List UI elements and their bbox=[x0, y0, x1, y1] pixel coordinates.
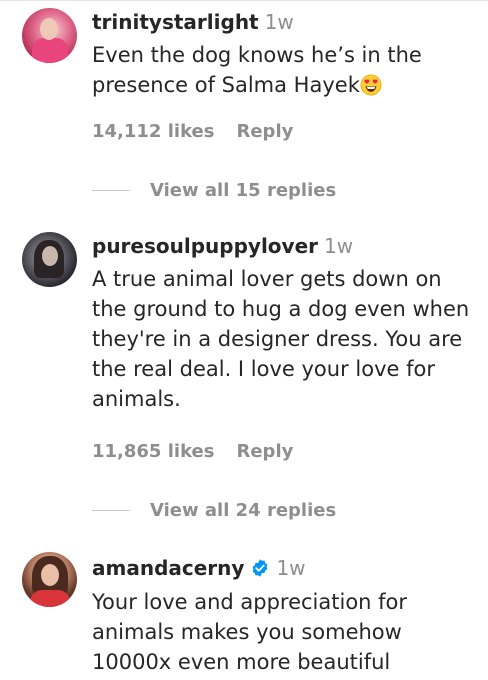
verified-badge-icon bbox=[253, 559, 268, 577]
comment-text: A true animal lover gets down on the gro… bbox=[92, 267, 470, 411]
top-divider bbox=[0, 0, 488, 1]
reply-button[interactable]: Reply bbox=[236, 121, 293, 142]
view-replies-label: View all 15 replies bbox=[150, 179, 337, 201]
replies-divider bbox=[92, 509, 130, 511]
timestamp[interactable]: 1w bbox=[276, 556, 305, 580]
timestamp[interactable]: 1w bbox=[324, 234, 353, 258]
timestamp[interactable]: 1w bbox=[265, 10, 294, 34]
comment-header: amandacerny 1w bbox=[92, 556, 306, 580]
avatar-face bbox=[41, 564, 59, 586]
heart-eyes-emoji-icon bbox=[360, 74, 382, 96]
avatar[interactable] bbox=[22, 8, 77, 63]
likes-count[interactable]: 11,865 likes bbox=[92, 441, 214, 462]
likes-count[interactable]: 14,112 likes bbox=[92, 121, 214, 142]
comment-text: Your love and appreciation for animals m… bbox=[92, 590, 408, 674]
avatar[interactable] bbox=[22, 232, 77, 287]
view-replies-button[interactable]: View all 24 replies bbox=[92, 498, 336, 522]
username[interactable]: puresoulpuppylover bbox=[92, 234, 318, 258]
reply-button[interactable]: Reply bbox=[236, 441, 293, 462]
username[interactable]: amandacerny bbox=[92, 556, 244, 580]
avatar-face bbox=[42, 246, 58, 266]
comment-header: puresoulpuppylover 1w bbox=[92, 234, 353, 258]
avatar-shirt bbox=[30, 590, 70, 607]
username[interactable]: trinitystarlight bbox=[92, 10, 259, 34]
comment-meta: 14,112 likes Reply bbox=[92, 121, 293, 142]
comment-header: trinitystarlight 1w bbox=[92, 10, 294, 34]
replies-divider bbox=[92, 189, 130, 191]
view-replies-label: View all 24 replies bbox=[150, 499, 337, 521]
avatar-face bbox=[40, 18, 58, 40]
view-replies-button[interactable]: View all 15 replies bbox=[92, 178, 336, 202]
comment-meta: 11,865 likes Reply bbox=[92, 441, 293, 462]
comment-text-block: Even the dog knows he’s in the presence … bbox=[92, 40, 482, 100]
avatar-body bbox=[32, 38, 68, 63]
avatar[interactable] bbox=[22, 552, 77, 607]
